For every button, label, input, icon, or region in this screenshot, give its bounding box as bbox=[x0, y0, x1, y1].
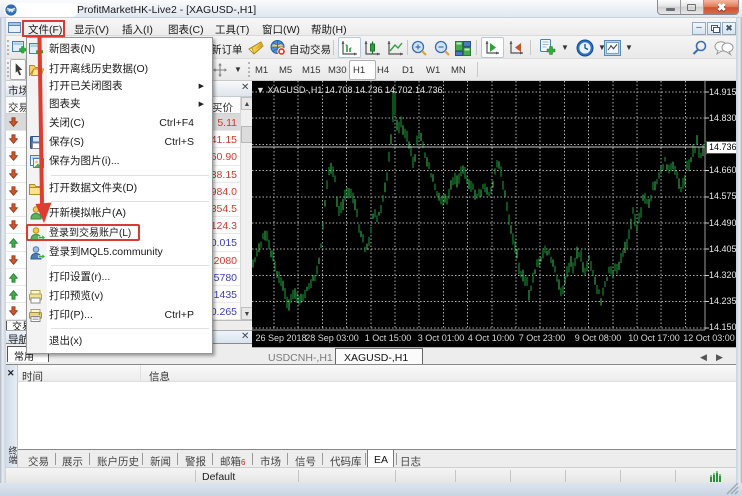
svg-text:PR: PR bbox=[9, 10, 14, 14]
